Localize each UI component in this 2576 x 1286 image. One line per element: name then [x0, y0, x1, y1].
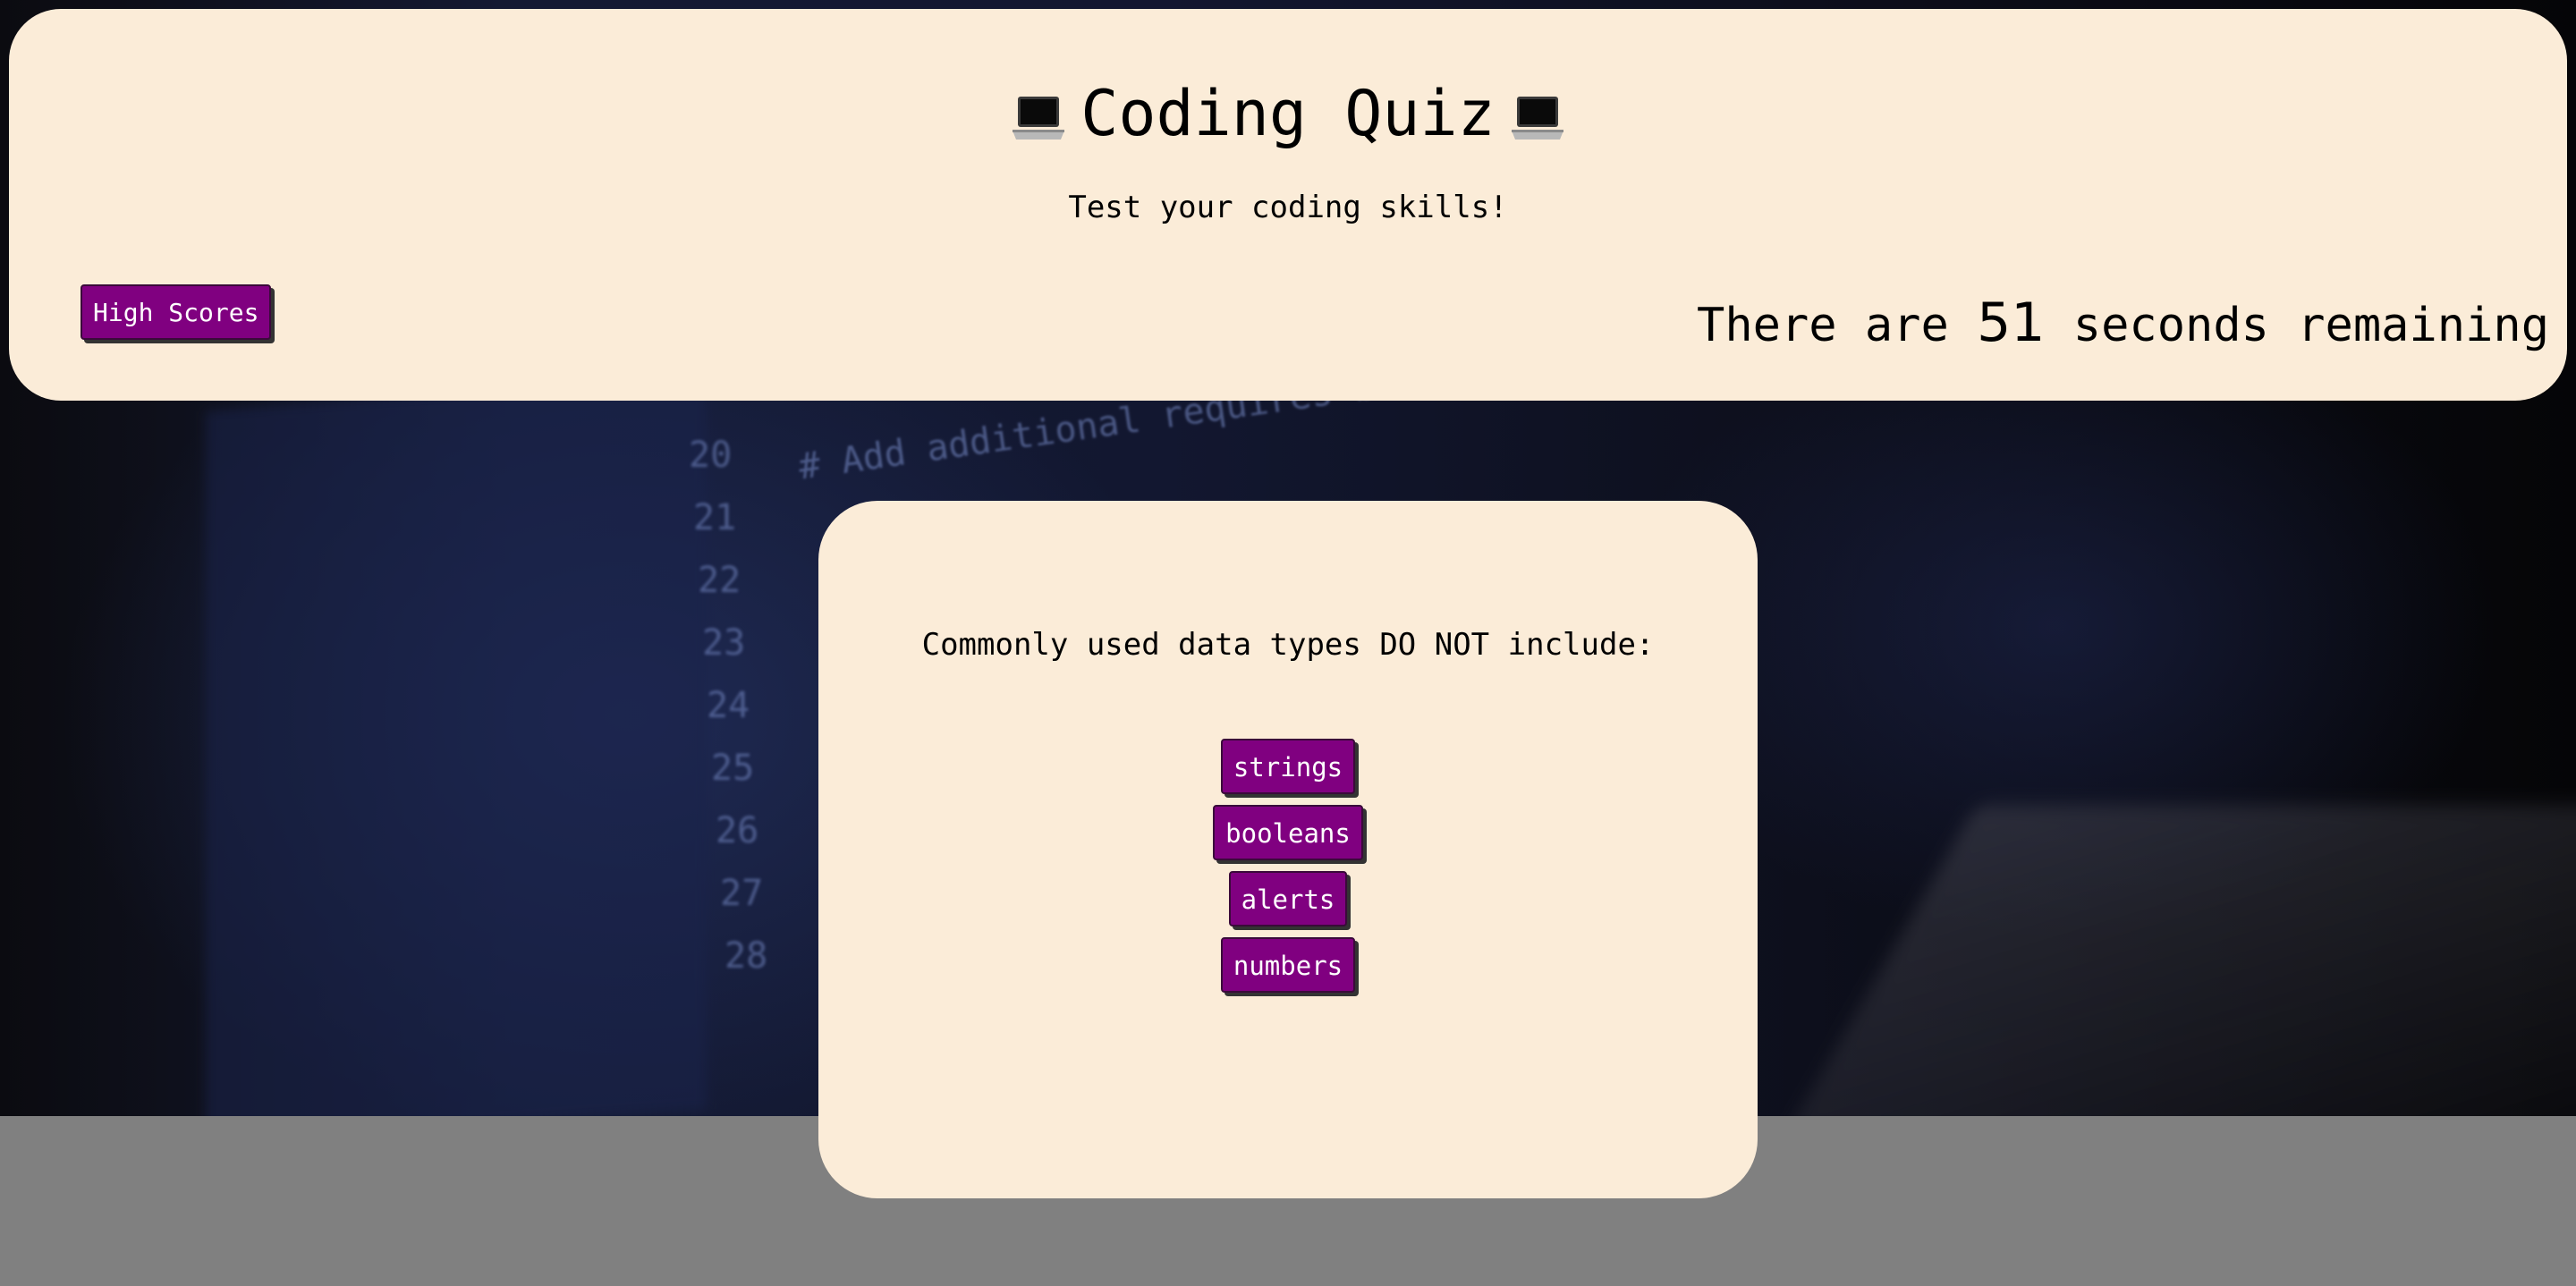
answer-button-strings[interactable]: strings — [1220, 739, 1356, 794]
background-line-number: 22 — [698, 560, 741, 601]
background-line-number: 26 — [716, 810, 759, 851]
background-sidebar — [206, 376, 707, 1116]
background-laptop — [1780, 805, 2576, 1116]
question-text: Commonly used data types DO NOT include: — [921, 627, 1655, 663]
background-line-number: 21 — [693, 497, 737, 538]
laptop-icon — [1011, 85, 1066, 140]
laptop-icon — [1510, 85, 1565, 140]
timer-prefix: There are — [1697, 299, 1949, 352]
background-line-number: 20 — [689, 435, 733, 476]
header: Coding Quiz Test your coding skills! Hig… — [9, 9, 2567, 401]
background-line-number: 27 — [720, 873, 764, 914]
answer-list: strings booleans alerts numbers — [818, 739, 1758, 1003]
title-text: Coding Quiz — [1080, 77, 1496, 150]
timer-seconds: 51 — [1977, 292, 2046, 354]
answer-button-numbers[interactable]: numbers — [1220, 937, 1356, 993]
background-line-number: 23 — [702, 622, 746, 664]
timer-suffix: seconds remaining — [2072, 299, 2549, 352]
page-title: Coding Quiz — [9, 73, 2567, 154]
answer-button-alerts[interactable]: alerts — [1228, 871, 1348, 926]
timer: There are 51 seconds remaining — [1697, 292, 2549, 357]
subtitle: Test your coding skills! — [1068, 190, 1508, 225]
answer-button-booleans[interactable]: booleans — [1213, 805, 1363, 860]
background-line-number: 28 — [724, 935, 768, 977]
background-line-number: 25 — [711, 748, 755, 789]
high-scores-button[interactable]: High Scores — [80, 284, 272, 340]
quiz-card: Commonly used data types DO NOT include:… — [818, 501, 1758, 1198]
background-line-number: 24 — [707, 685, 750, 726]
